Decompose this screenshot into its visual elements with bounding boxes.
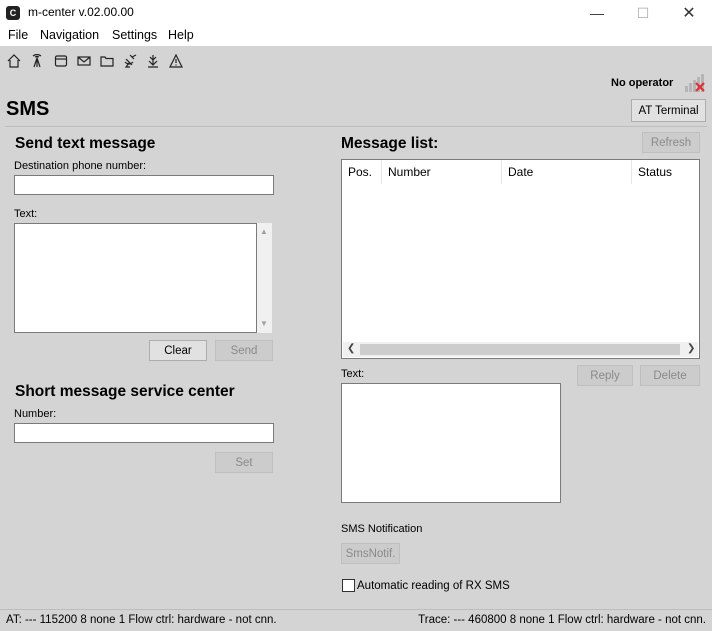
toolbar [0,46,712,76]
send-section-title: Send text message [15,135,156,152]
window-title: m-center v.02.00.00 [28,5,134,19]
signal-strength-icon [685,74,705,92]
scroll-down-icon: ▼ [260,319,268,328]
message-text-input[interactable] [14,223,257,333]
received-text-area[interactable] [341,383,561,503]
download-icon[interactable] [145,53,161,69]
minimize-button[interactable]: — [574,0,620,26]
at-status: AT: --- 115200 8 none 1 Flow ctrl: hardw… [6,614,277,626]
destination-label: Destination phone number: [14,160,147,172]
trace-status: Trace: --- 460800 8 none 1 Flow ctrl: ha… [418,614,706,626]
message-text-scrollbar[interactable]: ▲ ▼ [257,223,272,333]
message-list-title: Message list: [341,135,439,152]
scroll-right-icon[interactable]: ❯ [687,343,695,354]
refresh-button[interactable]: Refresh [642,132,700,153]
menu-bar: File Navigation Settings Help [0,26,712,46]
warning-icon[interactable] [168,53,184,69]
smsc-number-label: Number: [14,408,57,420]
status-bar: AT: --- 115200 8 none 1 Flow ctrl: hardw… [0,609,712,631]
destination-input[interactable] [14,175,274,195]
scroll-left-icon[interactable]: ❮ [347,343,355,354]
close-button[interactable]: ✕ [666,0,712,26]
column-status[interactable]: Status [632,160,699,184]
smsc-number-input[interactable] [14,423,274,443]
folder-icon[interactable] [99,53,115,69]
title-bar: C m-center v.02.00.00 — ☐ ✕ [0,0,712,26]
set-button[interactable]: Set [215,452,273,473]
reply-button[interactable]: Reply [577,365,633,386]
window-icon[interactable] [53,53,69,69]
satellite-icon[interactable] [122,53,138,69]
message-list-hscrollbar[interactable]: ❮ ❯ [343,342,698,357]
antenna-icon[interactable] [29,53,45,69]
delete-button[interactable]: Delete [640,365,700,386]
send-button[interactable]: Send [215,340,273,361]
maximize-button[interactable]: ☐ [620,0,666,26]
at-terminal-button[interactable]: AT Terminal [631,99,706,122]
scroll-up-icon: ▲ [260,227,268,236]
menu-file[interactable]: File [8,28,28,42]
mail-icon[interactable] [76,53,92,69]
auto-read-label[interactable]: Automatic reading of RX SMS [357,580,510,592]
clear-button[interactable]: Clear [149,340,207,361]
column-date[interactable]: Date [502,160,632,184]
column-pos[interactable]: Pos. [342,160,382,184]
operator-status: No operator [611,77,674,89]
menu-settings[interactable]: Settings [112,28,157,42]
page-title: SMS [6,98,50,120]
home-icon[interactable] [6,53,22,69]
app-icon: C [6,6,20,20]
column-number[interactable]: Number [382,160,502,184]
received-text-label: Text: [341,368,365,380]
menu-help[interactable]: Help [168,28,194,42]
sms-notif-button[interactable]: SmsNotif. [341,543,400,564]
text-label: Text: [14,208,38,220]
auto-read-checkbox[interactable] [342,579,355,592]
hscroll-thumb[interactable] [360,344,680,355]
smsc-section-title: Short message service center [15,383,235,400]
menu-navigation[interactable]: Navigation [40,28,99,42]
sms-notification-label: SMS Notification [341,523,423,535]
message-list[interactable]: Pos. Number Date Status ❮ ❯ [341,159,700,359]
